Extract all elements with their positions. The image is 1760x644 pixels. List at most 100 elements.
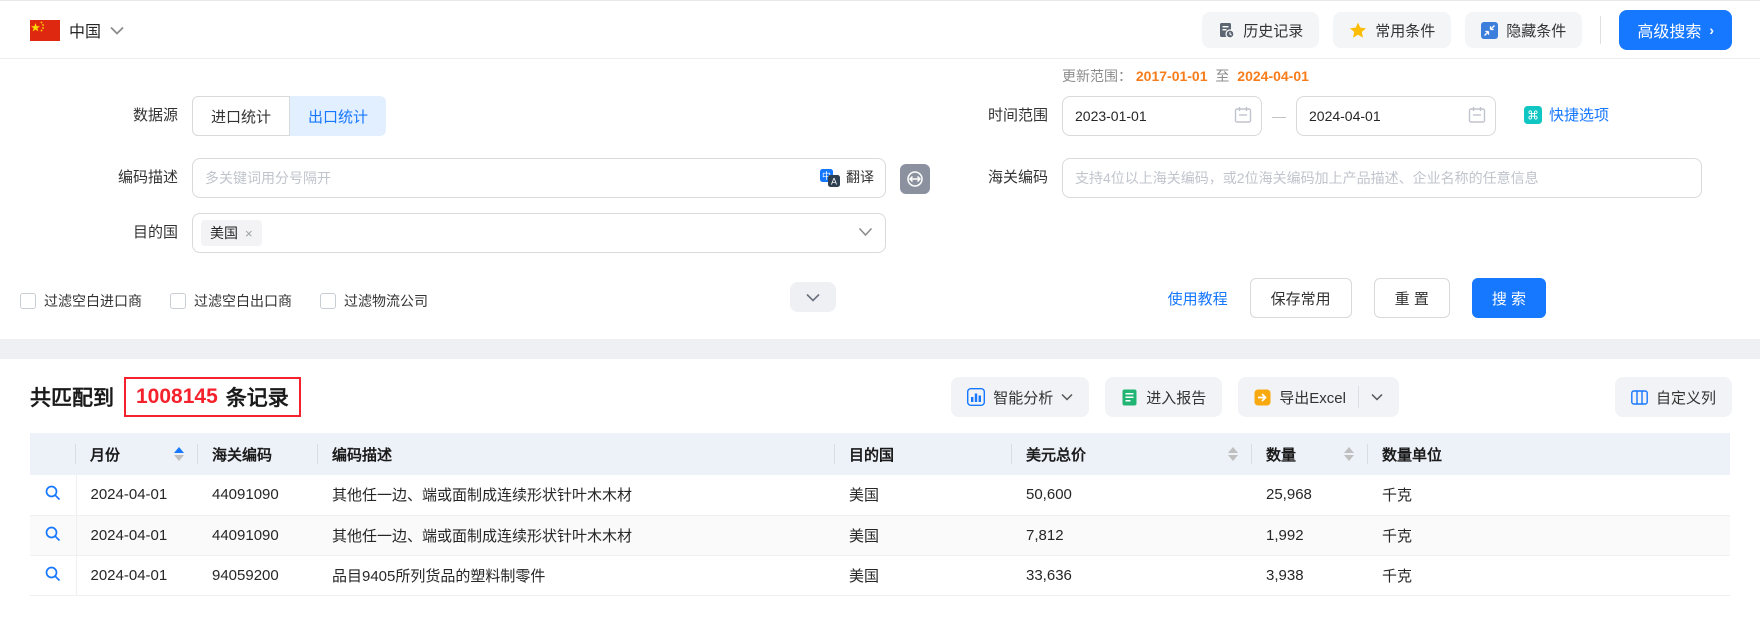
favorites-label: 常用条件	[1375, 22, 1436, 40]
chevron-down-icon	[1061, 393, 1073, 401]
header-usd-total[interactable]: 美元总价	[1012, 433, 1252, 475]
hs-code-field	[1062, 158, 1702, 198]
topbar-divider	[1600, 16, 1602, 44]
cell-description: 其他任一边、端或面制成连续形状针叶木木材	[318, 515, 835, 556]
chevron-right-icon: ›	[1709, 22, 1714, 38]
match-count: 1008145	[136, 385, 218, 408]
header-month[interactable]: 月份	[76, 433, 198, 475]
smart-analysis-button[interactable]: 智能分析	[951, 377, 1090, 417]
cell-unit: 千克	[1368, 555, 1730, 596]
update-range-end: 2024-04-01	[1237, 68, 1309, 84]
advanced-search-button[interactable]: 高级搜索 ›	[1619, 10, 1732, 50]
cell-unit: 千克	[1368, 515, 1730, 556]
enter-report-label: 进入报告	[1146, 389, 1207, 407]
match-suffix: 条记录	[225, 387, 289, 410]
cell-quantity: 25,968	[1252, 475, 1368, 516]
sort-icon-usd[interactable]	[1228, 447, 1238, 461]
history-label: 历史记录	[1243, 22, 1304, 40]
custom-columns-button[interactable]: 自定义列	[1614, 377, 1732, 417]
checkbox-filter-blank-importer[interactable]: 过滤空白进口商	[20, 291, 142, 311]
cell-description: 品目9405所列货品的塑料制零件	[318, 555, 835, 596]
sort-icon-quantity[interactable]	[1344, 447, 1354, 461]
cell-month: 2024-04-01	[76, 555, 198, 596]
expand-more-conditions-button[interactable]	[790, 282, 836, 312]
code-description-field: 中 A 翻译	[192, 158, 886, 198]
checkbox-filter-blank-exporter[interactable]: 过滤空白出口商	[170, 291, 292, 311]
smart-analysis-label: 智能分析	[993, 389, 1054, 407]
header-hs-code: 海关编码	[198, 433, 318, 475]
hide-conditions-button[interactable]: 隐藏条件	[1465, 12, 1583, 48]
checkbox-label: 过滤物流公司	[344, 293, 428, 309]
reset-button[interactable]: 重 置	[1373, 278, 1450, 318]
translate-icon: 中 A	[820, 169, 840, 187]
bi-chart-icon	[967, 388, 986, 406]
columns-icon	[1631, 389, 1648, 405]
magnifier-icon	[45, 566, 60, 581]
checkbox-filter-logistics[interactable]: 过滤物流公司	[320, 291, 428, 311]
hs-code-label: 海关编码	[987, 169, 1048, 186]
cell-usd-total: 50,600	[1012, 475, 1252, 516]
row-detail-search-button[interactable]	[41, 522, 65, 549]
chevron-down-icon[interactable]	[1371, 393, 1383, 401]
form-actions: 使用教程 保存常用 重 置 搜 索	[1168, 278, 1546, 318]
results-header: 共匹配到 1008145 条记录 智能分析 进入报告 导出Excel 自定义列	[30, 377, 1732, 417]
export-excel-label: 导出Excel	[1279, 389, 1346, 407]
trade-data-search-page: 中国 历史记录 常用条件 隐藏条件 高级搜索 › 更新范围： 2017-01-0…	[0, 0, 1760, 644]
checkbox-icon	[320, 293, 336, 309]
code-description-input[interactable]	[192, 158, 886, 198]
cell-month: 2024-04-01	[76, 475, 198, 516]
cell-destination: 美国	[835, 555, 1012, 596]
checkbox-label: 过滤空白进口商	[44, 293, 142, 309]
search-button[interactable]: 搜 索	[1471, 278, 1546, 318]
chevron-down-icon	[806, 293, 820, 302]
cell-hs-code: 44091090	[198, 475, 318, 516]
history-button[interactable]: 历史记录	[1202, 12, 1320, 48]
collapse-icon	[1481, 21, 1499, 39]
china-flag-icon	[30, 19, 60, 41]
topbar-actions: 历史记录 常用条件 隐藏条件 高级搜索 ›	[1202, 1, 1732, 59]
favorites-button[interactable]: 常用条件	[1333, 12, 1452, 48]
hs-code-input[interactable]	[1062, 158, 1702, 198]
code-description-label: 编码描述	[117, 169, 178, 186]
command-icon: ⌘	[1524, 105, 1542, 124]
save-favorite-button[interactable]: 保存常用	[1249, 278, 1352, 318]
destination-tag: 美国 ×	[201, 220, 262, 246]
row-detail-search-button[interactable]	[41, 562, 65, 589]
translate-label: 翻译	[846, 169, 874, 185]
country-selector[interactable]: 中国	[30, 1, 124, 59]
header-description: 编码描述	[318, 433, 835, 475]
date-end-box	[1296, 96, 1496, 136]
table-row: 2024-04-01 44091090 其他任一边、端或面制成连续形状针叶木木材…	[30, 515, 1730, 556]
results-section: 共匹配到 1008145 条记录 智能分析 进入报告 导出Excel 自定义列 …	[0, 359, 1760, 644]
header-destination: 目的国	[835, 433, 1012, 475]
date-start-input[interactable]	[1062, 96, 1262, 136]
cell-destination: 美国	[835, 475, 1012, 516]
search-panel: 更新范围： 2017-01-01 至 2024-04-01 数据源 进口统计 出…	[0, 60, 1760, 339]
date-range-label: 时间范围	[987, 107, 1048, 124]
cell-destination: 美国	[835, 515, 1012, 556]
tab-import-stats[interactable]: 进口统计	[192, 96, 291, 136]
tag-close-icon[interactable]: ×	[245, 226, 253, 241]
cell-description: 其他任一边、端或面制成连续形状针叶木木材	[318, 475, 835, 516]
cell-usd-total: 7,812	[1012, 515, 1252, 556]
swap-circle-icon	[907, 171, 923, 187]
row-detail-search-button[interactable]	[41, 481, 65, 508]
translate-button[interactable]: 中 A 翻译	[820, 167, 874, 187]
cell-unit: 千克	[1368, 475, 1730, 516]
chevron-down-icon	[858, 227, 873, 237]
date-end-input[interactable]	[1296, 96, 1496, 136]
export-excel-button[interactable]: 导出Excel	[1238, 377, 1399, 417]
country-name: 中国	[69, 24, 102, 41]
tab-export-stats[interactable]: 出口统计	[290, 96, 387, 136]
destination-select[interactable]: 美国 ×	[192, 213, 886, 253]
tutorial-link[interactable]: 使用教程	[1168, 288, 1228, 309]
custom-columns-label: 自定义列	[1655, 389, 1716, 407]
enter-report-button[interactable]: 进入报告	[1105, 377, 1223, 417]
header-quantity[interactable]: 数量	[1252, 433, 1368, 475]
quick-options-link[interactable]: ⌘ 快捷选项	[1524, 104, 1609, 125]
checkbox-icon	[170, 293, 186, 309]
sort-icon-month[interactable]	[174, 447, 184, 461]
exclude-toggle-button[interactable]	[900, 164, 930, 194]
match-count-box: 1008145 条记录	[124, 377, 301, 417]
cell-quantity: 3,938	[1252, 555, 1368, 596]
